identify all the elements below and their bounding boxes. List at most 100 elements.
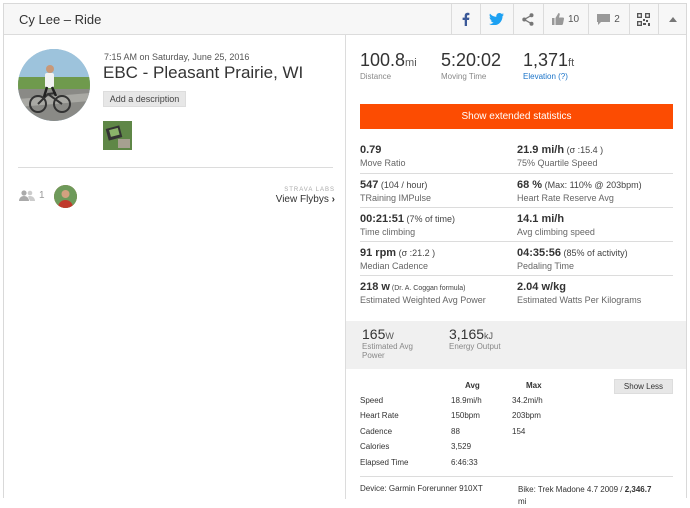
facebook-share-button[interactable] <box>451 4 479 34</box>
table-row: Speed 18.9mi/h 34.2mi/h <box>360 396 673 408</box>
stat-avg-power: 165W Estimated Avg Power <box>362 326 422 360</box>
kudo-athletes[interactable]: 1 <box>19 190 45 201</box>
stat-move-ratio: 0.79 Move Ratio <box>360 144 406 168</box>
twitter-icon <box>489 13 504 25</box>
table-row: Calories 3,529 <box>360 442 673 454</box>
share-icon <box>522 12 534 26</box>
strava-labs-label: STRAVA LABS <box>284 187 335 193</box>
column-header-avg: Avg <box>465 381 480 390</box>
page-title: Cy Lee – Ride <box>19 12 102 27</box>
stat-unit: W <box>385 331 394 341</box>
flyby-link[interactable]: STRAVA LABS View Flybys › <box>276 187 335 205</box>
device-info: Device: Garmin Forerunner 910XT <box>360 484 483 493</box>
stat-label: Pedaling Time <box>517 261 575 271</box>
stat-value: 100.8 <box>360 50 406 70</box>
stats-row: 00:21:51 (7% of time) Time climbing 14.1… <box>360 207 673 241</box>
stat-extra: (7% of time) <box>404 214 456 224</box>
stat-label: 75% Quartile Speed <box>517 158 598 168</box>
stat-value: 5:20:02 <box>441 50 502 70</box>
stat-unit: ft <box>568 57 575 69</box>
stat-trimp: 547 (104 / hour) TRaining IMPulse <box>360 179 431 203</box>
stat-label: Time climbing <box>360 227 416 237</box>
activity-datetime: 7:15 AM on Saturday, June 25, 2016 <box>104 52 250 62</box>
kudos-count: 10 <box>567 13 580 25</box>
member-photo <box>54 185 77 208</box>
stat-cadence: 91 rpm (σ :21.2 ) Median Cadence <box>360 247 435 271</box>
row-avg: 3,529 <box>451 442 472 451</box>
group-member-avatar[interactable] <box>54 185 77 208</box>
stat-label: TRaining IMPulse <box>360 193 432 203</box>
stats-row: 218 w (Dr. A. Coggan formula) Estimated … <box>360 275 673 309</box>
stat-energy-output: 3,165kJ Energy Output <box>449 326 501 351</box>
kudo-athlete-count: 1 <box>39 190 45 201</box>
stat-climbing-speed: 14.1 mi/h Avg climbing speed <box>517 213 595 237</box>
row-avg: 18.9mi/h <box>451 396 482 405</box>
stat-label: Estimated Watts Per Kilograms <box>517 295 642 305</box>
show-extended-statistics-button[interactable]: Show extended statistics <box>360 104 673 129</box>
comments-button[interactable]: 2 <box>588 4 628 34</box>
stat-value: 04:35:56 <box>517 247 562 259</box>
row-max: 34.2mi/h <box>512 396 543 405</box>
activity-title: EBC - Pleasant Prairie, WI <box>103 63 304 82</box>
qr-code-icon <box>637 12 650 26</box>
stat-extra: (Dr. A. Coggan formula) <box>389 285 466 292</box>
divider <box>18 167 333 168</box>
stat-elevation: 1,371ft Elevation (?) <box>523 50 574 81</box>
stats-row: 0.79 Move Ratio 21.9 mi/h (σ :15.4 ) 75%… <box>360 139 673 173</box>
elevation-help-link[interactable]: Elevation (?) <box>523 72 574 81</box>
stats-row: 91 rpm (σ :21.2 ) Median Cadence 04:35:5… <box>360 241 673 275</box>
stat-unit: kJ <box>484 331 494 341</box>
table-row: Elapsed Time 6:46:33 <box>360 458 673 470</box>
add-description-button[interactable]: Add a description <box>103 91 186 107</box>
stat-extra: (Max: 110% @ 203bpm) <box>542 180 642 190</box>
stat-distance: 100.8mi Distance <box>360 50 417 81</box>
stat-value: 547 <box>360 179 379 191</box>
stat-pedaling-time: 04:35:56 (85% of activity) Pedaling Time <box>517 247 628 271</box>
row-avg: 150bpm <box>451 411 480 420</box>
activity-stats: 100.8mi Distance 5:20:02 Moving Time 1,3… <box>346 35 686 506</box>
stat-extra: (85% of activity) <box>561 248 628 258</box>
kudos-button[interactable]: 10 <box>543 4 587 34</box>
power-summary: 165W Estimated Avg Power 3,165kJ Energy … <box>346 321 686 369</box>
share-button[interactable] <box>513 4 542 34</box>
activity-header: Cy Lee – Ride 10 2 <box>4 4 686 35</box>
collapse-button[interactable] <box>658 4 686 34</box>
extended-stats-grid: 0.79 Move Ratio 21.9 mi/h (σ :15.4 ) 75%… <box>360 139 673 309</box>
comments-count: 2 <box>614 13 620 25</box>
athlete-avatar[interactable] <box>18 49 90 121</box>
stat-extra: (σ :15.4 ) <box>564 145 604 155</box>
stat-value: 68 % <box>517 179 543 191</box>
show-less-button[interactable]: Show Less <box>614 379 673 394</box>
athlete-photo <box>18 49 90 121</box>
chevron-right-icon: › <box>331 194 335 205</box>
table-row: Heart Rate 150bpm 203bpm <box>360 411 673 423</box>
twitter-share-button[interactable] <box>480 4 512 34</box>
row-avg: 6:46:33 <box>451 458 478 467</box>
bike-distance: 2,346.7 <box>624 485 652 494</box>
stat-label: Move Ratio <box>360 158 406 168</box>
group-icon <box>19 190 35 201</box>
stat-label: Moving Time <box>441 72 487 81</box>
stat-label: Energy Output <box>449 342 501 351</box>
row-label: Elapsed Time <box>360 458 409 467</box>
stat-weighted-power: 218 w (Dr. A. Coggan formula) Estimated … <box>360 281 486 305</box>
activity-photo-thumbnail[interactable] <box>103 121 132 150</box>
activity-panel: Cy Lee – Ride 10 2 7:15 AM on Saturday, … <box>3 3 687 506</box>
stat-unit: mi <box>405 57 417 69</box>
stats-row: 547 (104 / hour) TRaining IMPulse 68 % (… <box>360 173 673 207</box>
stat-extra: (σ :21.2 ) <box>396 248 436 258</box>
stat-label: Median Cadence <box>360 261 429 271</box>
bike-photo <box>103 121 132 150</box>
stat-quartile-speed: 21.9 mi/h (σ :15.4 ) 75% Quartile Speed <box>517 144 603 168</box>
row-max: 154 <box>512 427 526 436</box>
table-row: Cadence 88 154 <box>360 427 673 439</box>
comment-icon <box>597 13 611 25</box>
stat-label: Estimated Weighted Avg Power <box>360 295 486 305</box>
bike-info: Bike: Trek Madone 4.7 2009 / 2,346.7 mi <box>518 484 651 508</box>
bike-name: Bike: Trek Madone 4.7 2009 / <box>518 485 625 494</box>
stat-hrr: 68 % (Max: 110% @ 203bpm) Heart Rate Res… <box>517 179 642 203</box>
qr-code-button[interactable] <box>629 4 657 34</box>
row-label: Cadence <box>360 427 393 436</box>
stat-value: 1,371 <box>523 50 569 70</box>
column-header-max: Max <box>526 381 542 390</box>
